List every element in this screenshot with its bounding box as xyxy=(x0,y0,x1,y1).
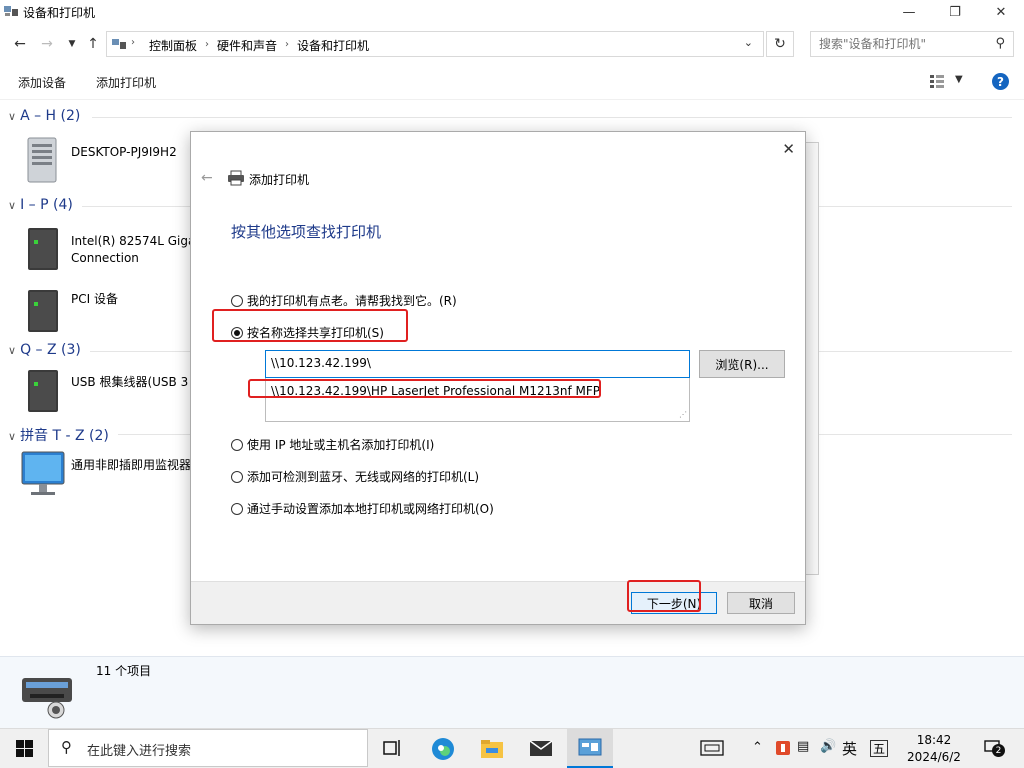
chevron-up-icon[interactable]: ⌃ xyxy=(752,740,763,755)
chevron-down-icon: ∨ xyxy=(8,110,17,123)
highlight-next-button xyxy=(627,580,701,612)
task-view-icon[interactable] xyxy=(383,739,401,757)
items-count: 11 个项目 xyxy=(96,664,152,678)
chevron-down-icon[interactable]: ▼ xyxy=(955,74,963,85)
search-icon: ⚲ xyxy=(995,36,1005,51)
printer-icon xyxy=(228,170,244,186)
help-icon[interactable]: ? xyxy=(992,73,1009,90)
taskbar-search-placeholder: 在此键入进行搜索 xyxy=(87,744,192,759)
notification-icon[interactable]: 2 xyxy=(984,740,1006,758)
address-bar[interactable]: › 控制面板 › 硬件和声音 › 设备和打印机 ⌄ xyxy=(106,31,764,57)
device-label[interactable]: USB 根集线器(USB 3 xyxy=(71,374,188,391)
up-arrow-icon[interactable]: ↑ xyxy=(83,34,103,54)
breadcrumb-control-panel[interactable]: 控制面板 xyxy=(145,37,201,54)
option-manual-settings[interactable]: 通过手动设置添加本地打印机或网络打印机(O) xyxy=(231,500,494,517)
radio-ip-address[interactable] xyxy=(231,438,243,451)
notification-badge: 2 xyxy=(992,744,1005,757)
add-device-button[interactable]: 添加设备 xyxy=(18,74,66,91)
search-box[interactable]: ⚲ xyxy=(810,31,1014,57)
breadcrumb-separator-icon: › xyxy=(131,37,135,48)
computer-tower-icon[interactable] xyxy=(22,136,62,184)
network-icon[interactable]: ▤ xyxy=(797,739,809,754)
ime-mode[interactable]: 五 xyxy=(870,740,888,757)
window-title: 设备和打印机 xyxy=(23,6,96,20)
group-header-q-z[interactable]: ∨ Q – Z (3) xyxy=(8,342,81,358)
control-panel-icon xyxy=(578,738,602,756)
minimize-button[interactable]: — xyxy=(886,0,932,24)
dialog-title: 添加打印机 xyxy=(249,173,310,187)
mail-icon[interactable] xyxy=(529,739,553,757)
maximize-button[interactable]: ❐ xyxy=(932,0,978,24)
device-label[interactable]: DESKTOP-PJ9I9H2 xyxy=(71,144,177,161)
clock-date: 2024/6/2 xyxy=(907,750,961,764)
clock[interactable]: 18:42 2024/6/2 xyxy=(902,732,966,766)
radio-manual-settings[interactable] xyxy=(231,502,243,515)
chevron-down-icon: ∨ xyxy=(8,199,17,212)
browse-button[interactable]: 浏览(R)... xyxy=(699,350,785,378)
device-label[interactable]: 通用非即插即用监视器 xyxy=(71,457,191,474)
title-bar: 设备和打印机 — ❐ ✕ xyxy=(0,0,1024,24)
breadcrumb: 控制面板 › 硬件和声音 › 设备和打印机 xyxy=(145,37,373,54)
resize-grip-icon[interactable]: ⋰ xyxy=(679,410,687,419)
ime-language[interactable]: 英 xyxy=(842,738,857,759)
clock-time: 18:42 xyxy=(916,733,952,747)
search-input[interactable] xyxy=(819,36,989,52)
recent-locations-icon[interactable]: ▼ xyxy=(62,34,82,54)
radio-bluetooth-wireless[interactable] xyxy=(231,470,243,483)
group-header-a-h[interactable]: ∨ A – H (2) xyxy=(8,108,80,124)
refresh-button[interactable]: ↻ xyxy=(766,31,794,57)
search-icon: ⚲ xyxy=(61,738,72,756)
chevron-down-icon[interactable]: ⌄ xyxy=(744,36,753,49)
devices-printers-icon xyxy=(112,39,126,49)
close-window-button[interactable]: ✕ xyxy=(978,0,1024,24)
radio-old-printer[interactable] xyxy=(231,294,243,307)
command-bar: 添加设备 添加打印机 ▼ ? xyxy=(0,62,1024,100)
chevron-down-icon: ∨ xyxy=(8,344,17,357)
close-icon[interactable]: ✕ xyxy=(782,140,795,158)
taskbar-search-box[interactable]: ⚲ 在此键入进行搜索 xyxy=(48,729,368,767)
view-options-icon[interactable] xyxy=(930,74,944,88)
devices-printers-icon xyxy=(4,6,18,16)
chevron-down-icon: ∨ xyxy=(8,430,17,443)
add-printer-button[interactable]: 添加打印机 xyxy=(96,74,156,91)
add-printer-dialog: ✕ ← 添加打印机 按其他选项查找打印机 我的打印机有点老。请帮我找到它。(R)… xyxy=(190,131,806,625)
cancel-button[interactable]: 取消 xyxy=(727,592,795,614)
network-adapter-icon[interactable] xyxy=(24,226,62,272)
option-bluetooth-wireless[interactable]: 添加可检测到蓝牙、无线或网络的打印机(L) xyxy=(231,468,479,485)
volume-icon[interactable]: 🔊 xyxy=(820,739,836,754)
devices-printers-icon xyxy=(22,678,72,719)
option-old-printer[interactable]: 我的打印机有点老。请帮我找到它。(R) xyxy=(231,292,457,309)
breadcrumb-separator-icon: › xyxy=(285,39,290,50)
usb-hub-icon[interactable] xyxy=(24,368,62,414)
back-arrow-icon[interactable]: ← xyxy=(201,170,213,186)
forward-arrow-icon[interactable]: → xyxy=(37,34,57,54)
highlight-suggestion xyxy=(248,379,601,398)
security-warning-icon[interactable] xyxy=(775,740,791,756)
group-header-pinyin-t-z[interactable]: ∨ 拼音 T - Z (2) xyxy=(8,425,109,445)
device-label[interactable]: Intel(R) 82574L Giga Connection xyxy=(71,233,195,267)
printer-path-input[interactable] xyxy=(271,356,671,370)
breadcrumb-devices-printers[interactable]: 设备和打印机 xyxy=(293,37,373,54)
highlight-shared-option xyxy=(212,309,408,342)
windows-start-icon[interactable] xyxy=(16,740,33,757)
dialog-heading: 按其他选项查找打印机 xyxy=(231,223,382,241)
edge-browser-icon[interactable] xyxy=(430,736,456,762)
file-explorer-icon[interactable] xyxy=(480,738,504,760)
address-row: ← → ▼ ↑ › 控制面板 › 硬件和声音 › 设备和打印机 ⌄ ↻ ⚲ xyxy=(0,26,1024,62)
pci-device-icon[interactable] xyxy=(24,288,62,334)
printer-path-field[interactable] xyxy=(265,350,690,378)
option-ip-address[interactable]: 使用 IP 地址或主机名添加打印机(I) xyxy=(231,436,434,453)
breadcrumb-separator-icon: › xyxy=(205,39,210,50)
device-label[interactable]: PCI 设备 xyxy=(71,291,118,308)
background-window-edge xyxy=(806,142,819,575)
back-arrow-icon[interactable]: ← xyxy=(10,34,30,54)
keyboard-icon[interactable] xyxy=(700,740,724,756)
monitor-icon[interactable] xyxy=(20,450,66,498)
group-divider xyxy=(92,117,1012,118)
group-header-i-p[interactable]: ∨ I – P (4) xyxy=(8,197,73,213)
breadcrumb-hardware-sound[interactable]: 硬件和声音 xyxy=(213,37,281,54)
details-pane xyxy=(0,656,1024,728)
